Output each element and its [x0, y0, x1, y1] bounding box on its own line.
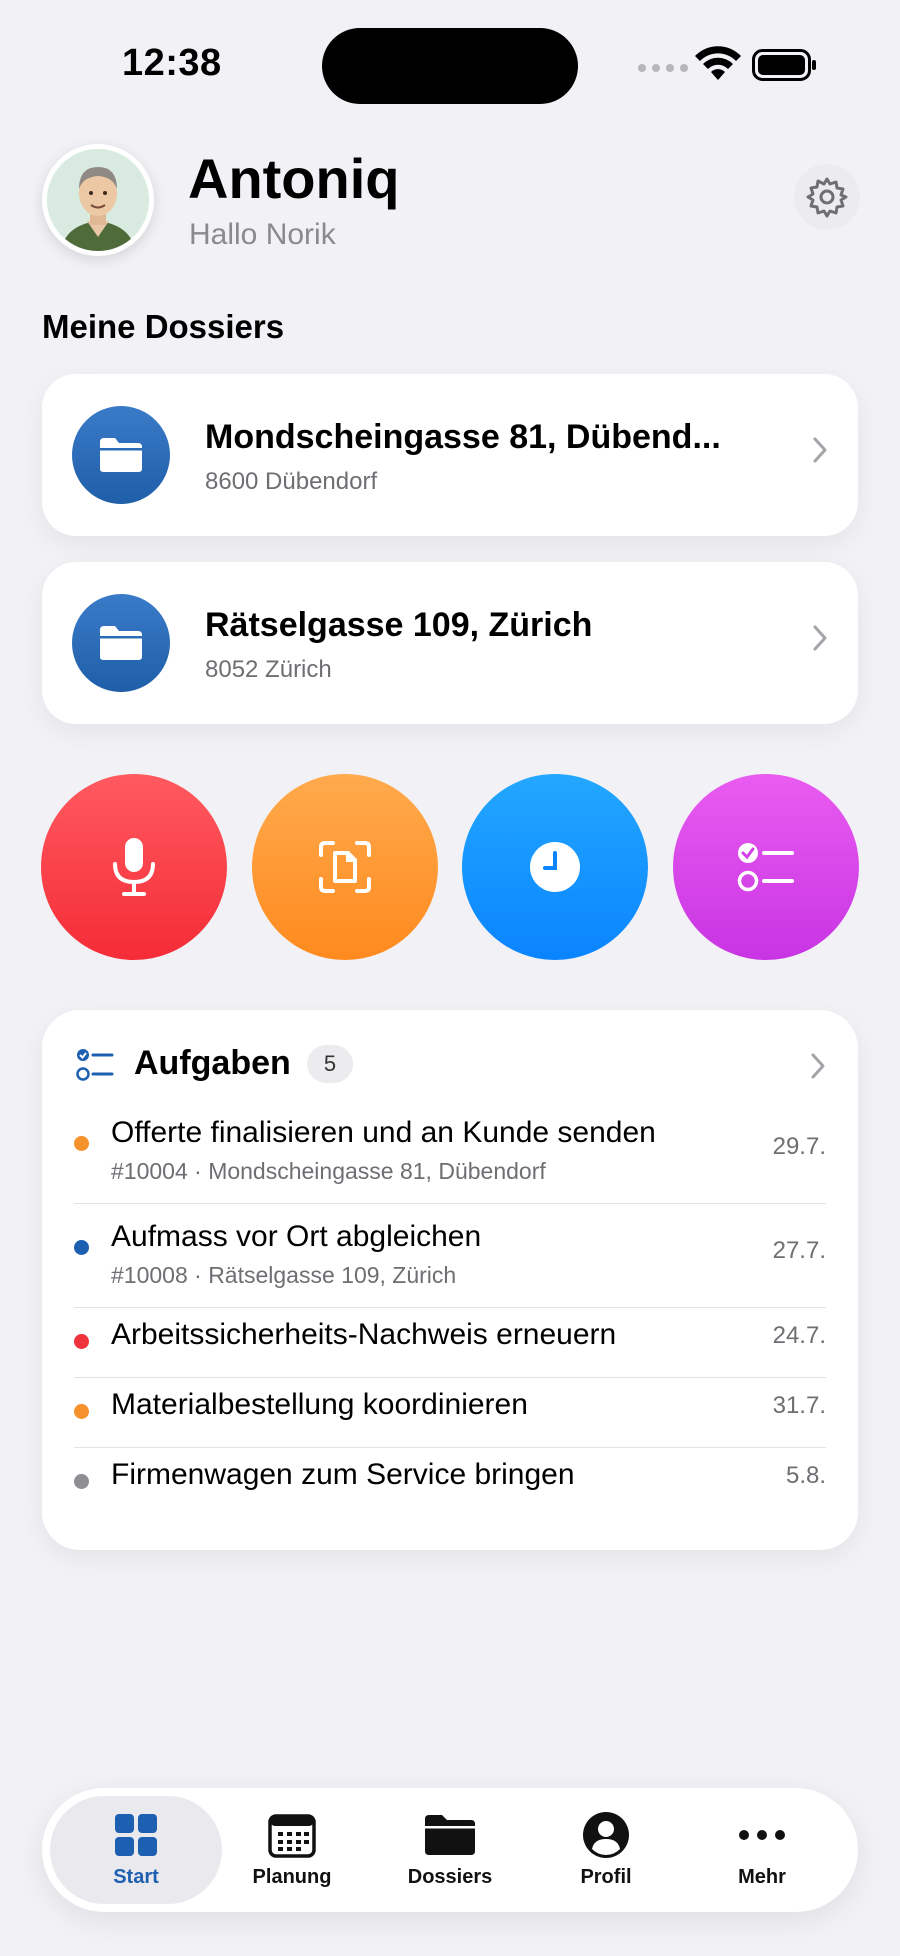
task-row[interactable]: Firmenwagen zum Service bringen 5.8. — [74, 1458, 826, 1514]
time-tracking-button[interactable] — [462, 774, 648, 960]
person-icon — [583, 1812, 629, 1858]
chevron-right-icon[interactable] — [810, 1052, 826, 1080]
priority-dot — [74, 1240, 89, 1255]
microphone-icon — [113, 838, 155, 896]
priority-dot — [74, 1404, 89, 1419]
status-time: 12:38 — [122, 42, 222, 84]
tasks-card[interactable]: Aufgaben 5 Offerte finalisieren und an K… — [42, 1010, 858, 1550]
folder-icon — [72, 406, 170, 504]
chevron-right-icon — [813, 625, 827, 651]
divider — [74, 1447, 826, 1448]
dossier-subtitle: 8052 Zürich — [205, 656, 332, 683]
chevron-right-icon — [813, 437, 827, 463]
tab-label: Profil — [580, 1866, 632, 1888]
priority-dot — [74, 1334, 89, 1349]
task-row[interactable]: Aufmass vor Ort abgleichen #10008 · Räts… — [74, 1220, 826, 1306]
calendar-icon — [268, 1814, 316, 1858]
checklist-icon — [76, 1049, 114, 1081]
task-meta: #10008 · Rätselgasse 109, Zürich — [111, 1262, 457, 1288]
task-date: 31.7. — [772, 1392, 826, 1419]
tab-start[interactable]: Start — [50, 1796, 222, 1904]
task-title: Aufmass vor Ort abgleichen — [111, 1220, 482, 1253]
tab-label: Planung — [252, 1866, 332, 1888]
ellipsis-icon — [739, 1830, 785, 1840]
folder-icon — [72, 594, 170, 692]
tab-planung[interactable]: Planung — [206, 1796, 378, 1904]
battery-icon — [752, 49, 816, 81]
divider — [74, 1203, 826, 1204]
task-date: 24.7. — [772, 1322, 826, 1349]
divider — [74, 1307, 826, 1308]
grid-icon — [115, 1814, 157, 1856]
tab-label: Mehr — [738, 1866, 786, 1888]
dynamic-island — [322, 28, 578, 104]
priority-dot — [74, 1474, 89, 1489]
task-date: 29.7. — [772, 1133, 826, 1160]
dossier-card[interactable]: Rätselgasse 109, Zürich 8052 Zürich — [42, 562, 858, 724]
checklist-icon — [737, 843, 794, 892]
task-row[interactable]: Offerte finalisieren und an Kunde senden… — [74, 1116, 826, 1202]
dossier-subtitle: 8600 Dübendorf — [205, 468, 378, 495]
task-row[interactable]: Materialbestellung koordinieren 31.7. — [74, 1388, 826, 1444]
tasks-count-badge: 5 — [307, 1045, 353, 1083]
tab-label: Start — [113, 1866, 159, 1888]
avatar[interactable] — [42, 144, 154, 256]
dossier-title: Mondscheingasse 81, Dübend... — [205, 418, 721, 456]
new-task-button[interactable] — [673, 774, 859, 960]
greeting-text: Hallo Norik — [189, 218, 336, 251]
tab-dossiers[interactable]: Dossiers — [364, 1796, 536, 1904]
status-bar: 12:38 — [0, 0, 900, 130]
task-row[interactable]: Arbeitssicherheits-Nachweis erneuern 24.… — [74, 1318, 826, 1374]
voice-note-button[interactable] — [41, 774, 227, 960]
tab-label: Dossiers — [407, 1866, 493, 1888]
gear-icon[interactable] — [805, 175, 849, 219]
dossier-card[interactable]: Mondscheingasse 81, Dübend... 8600 Düben… — [42, 374, 858, 536]
task-date: 27.7. — [772, 1237, 826, 1264]
task-date: 5.8. — [785, 1462, 826, 1489]
task-title: Offerte finalisieren und an Kunde senden — [111, 1116, 656, 1149]
task-title: Firmenwagen zum Service bringen — [111, 1458, 575, 1491]
dossiers-section-title: Meine Dossiers — [42, 308, 285, 345]
tab-profil[interactable]: Profil — [520, 1796, 692, 1904]
document-scan-button[interactable] — [252, 774, 438, 960]
user-avatar-illustration — [47, 149, 149, 251]
tasks-title: Aufgaben — [134, 1044, 291, 1082]
app-title: Antoniq — [188, 147, 400, 210]
divider — [74, 1377, 826, 1378]
wifi-icon — [695, 46, 741, 80]
cellular-signal-icon — [638, 64, 688, 72]
tab-bar: Start Planung Dossiers Profil Mehr — [42, 1788, 858, 1912]
dossier-title: Rätselgasse 109, Zürich — [205, 606, 593, 644]
clock-icon — [530, 842, 580, 892]
document-scan-icon — [319, 841, 371, 893]
task-title: Materialbestellung koordinieren — [111, 1388, 528, 1421]
priority-dot — [74, 1136, 89, 1151]
task-title: Arbeitssicherheits-Nachweis erneuern — [111, 1318, 617, 1351]
tab-mehr[interactable]: Mehr — [676, 1796, 848, 1904]
folder-icon — [425, 1815, 475, 1855]
task-meta: #10004 · Mondscheingasse 81, Dübendorf — [111, 1158, 546, 1184]
